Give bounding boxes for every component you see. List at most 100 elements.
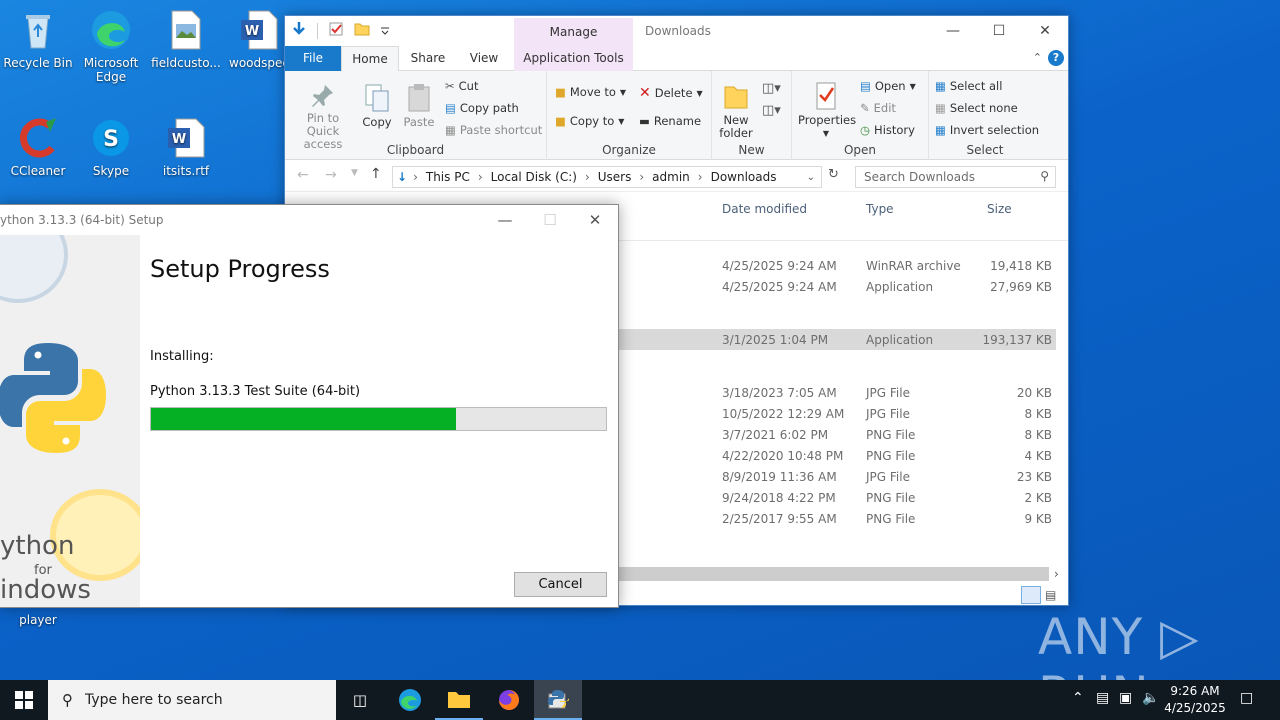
scissors-icon: ✂ — [445, 79, 455, 93]
new-group: New folder ◫▾ ◫▾ New — [712, 71, 792, 160]
horizontal-scrollbar[interactable] — [619, 567, 1049, 581]
cancel-button[interactable]: Cancel — [514, 572, 607, 597]
taskbar-search-box[interactable]: ⚲ Type here to search — [48, 680, 336, 720]
setup-titlebar: ython 3.13.3 (64-bit) Setup — ☐ ✕ — [0, 205, 618, 235]
select-all-button[interactable]: ▦ Select all — [935, 79, 1002, 93]
recent-dropdown-icon[interactable]: ▼ — [351, 168, 358, 178]
desktop-icon-label: fieldcusto... — [151, 56, 221, 70]
invert-selection-button[interactable]: ▦ Invert selection — [935, 123, 1039, 137]
help-icon[interactable]: ? — [1048, 50, 1064, 66]
scroll-right-icon[interactable]: › — [1054, 567, 1059, 581]
breadcrumb-downloads[interactable]: Downloads — [711, 170, 777, 184]
new-folder-icon[interactable] — [354, 21, 370, 40]
network-drive-icon[interactable]: ▤ — [1096, 690, 1109, 706]
new-folder-button[interactable]: New folder — [716, 81, 756, 140]
chevron-up-icon[interactable]: ⌃ — [1033, 51, 1042, 64]
tray-chevron-icon[interactable]: ⌃ — [1072, 690, 1084, 706]
cut-button[interactable]: ✂ Cut — [445, 79, 478, 93]
setup-side-panel: ython for indows — [0, 235, 140, 607]
manage-tab[interactable]: Manage — [514, 18, 633, 46]
taskbar-firefox[interactable] — [485, 680, 533, 720]
search-input[interactable]: Search Downloads ⚲ — [855, 166, 1056, 188]
notifications-icon[interactable]: □ — [1240, 690, 1253, 706]
clipboard-label: Clipboard — [386, 143, 445, 157]
organize-label: Organize — [602, 143, 656, 157]
setup-maximize-button: ☐ — [543, 211, 557, 229]
open-group-label: Open — [843, 143, 877, 157]
history-button[interactable]: ◷ History — [860, 123, 915, 137]
start-button[interactable] — [0, 680, 48, 720]
skype-icon: S — [89, 116, 133, 160]
desktop-icon-itsits[interactable]: W itsits.rtf — [148, 116, 224, 178]
easy-access-icon[interactable]: ◫▾ — [762, 103, 781, 118]
down-arrow-icon[interactable] — [291, 21, 307, 40]
volume-icon[interactable]: 🔈 — [1142, 690, 1159, 706]
copy-path-button[interactable]: ▤ Copy path — [445, 101, 519, 115]
network-icon[interactable]: ▣ — [1119, 690, 1132, 706]
forward-arrow-icon[interactable]: → — [325, 167, 337, 183]
desktop-icon-player[interactable]: player — [0, 613, 76, 627]
desktop-icon-edge[interactable]: Microsoft Edge — [73, 8, 149, 84]
edit-button[interactable]: ✎ Edit — [860, 101, 896, 115]
maximize-button[interactable]: ☐ — [976, 16, 1022, 46]
refresh-icon[interactable]: ↻ — [828, 167, 839, 182]
python-setup-dialog: ython 3.13.3 (64-bit) Setup — ☐ ✕ ython … — [0, 204, 619, 608]
firefox-icon — [499, 690, 519, 710]
breadcrumb-users[interactable]: Users — [598, 170, 632, 184]
setup-minimize-button[interactable]: — — [482, 205, 528, 235]
desktop-icon-recycle-bin[interactable]: Recycle Bin — [0, 8, 76, 70]
breadcrumb-local-disk[interactable]: Local Disk (C:) — [491, 170, 577, 184]
properties-check-icon[interactable] — [328, 21, 344, 40]
select-none-button[interactable]: ▦ Select none — [935, 101, 1018, 115]
tab-view[interactable]: View — [461, 46, 507, 71]
desktop-icon-ccleaner[interactable]: CCleaner — [0, 116, 76, 178]
delete-button[interactable]: ✕ Delete ▼ — [639, 85, 703, 101]
address-dropdown-icon[interactable]: ⌄ — [807, 172, 815, 183]
python-setup-icon — [548, 690, 569, 709]
column-size[interactable]: Size — [987, 202, 1012, 216]
folder-icon — [723, 81, 749, 111]
image-file-icon — [164, 8, 208, 52]
minimize-button[interactable]: — — [930, 16, 976, 46]
tab-application-tools[interactable]: Application Tools — [514, 46, 633, 71]
desktop-icon-fieldcusto[interactable]: fieldcusto... — [148, 8, 224, 70]
task-view-button[interactable]: ◫ — [336, 680, 384, 720]
delete-x-icon: ✕ — [639, 85, 651, 101]
tab-home[interactable]: Home — [341, 46, 399, 72]
breadcrumb-admin[interactable]: admin — [652, 170, 690, 184]
tab-share[interactable]: Share — [403, 46, 453, 71]
desktop-icon-skype[interactable]: S Skype — [73, 116, 149, 178]
open-button[interactable]: ▤ Open ▼ — [860, 79, 916, 93]
properties-button[interactable]: Properties ▼ — [798, 81, 856, 140]
desktop-icon-label: Skype — [92, 164, 130, 178]
column-date-modified[interactable]: Date modified — [722, 202, 807, 216]
taskbar-clock[interactable]: 9:26 AM 4/25/2025 — [1160, 683, 1230, 717]
back-arrow-icon[interactable]: ← — [297, 167, 309, 183]
move-to-button[interactable]: ■ Move to ▼ — [555, 85, 626, 99]
install-progress-bar — [150, 407, 607, 431]
copy-button[interactable]: Copy — [359, 83, 395, 129]
breadcrumb-this-pc[interactable]: This PC — [426, 170, 470, 184]
column-type[interactable]: Type — [866, 202, 894, 216]
search-icon: ⚲ — [1040, 169, 1049, 183]
details-view-icon[interactable] — [1021, 586, 1041, 604]
qat-dropdown-icon[interactable] — [380, 21, 390, 40]
open-icon: ▤ — [860, 79, 871, 93]
taskbar-python-setup[interactable] — [534, 680, 582, 720]
close-button[interactable]: ✕ — [1022, 16, 1068, 46]
paste-shortcut-button[interactable]: ▦ Paste shortcut — [445, 123, 542, 137]
paste-button[interactable]: Paste — [401, 83, 437, 129]
tab-file[interactable]: File — [285, 46, 341, 71]
pin-quick-access-button[interactable]: Pin to Quick access — [289, 83, 357, 151]
up-arrow-icon[interactable]: ↑ — [370, 166, 382, 182]
setup-close-button[interactable]: ✕ — [572, 205, 618, 235]
taskbar-file-explorer[interactable] — [435, 680, 483, 720]
edge-icon — [89, 8, 133, 52]
large-icons-view-icon[interactable]: ▤ — [1045, 588, 1056, 602]
address-bar[interactable]: ↓ › This PC › Local Disk (C:) › Users › … — [392, 166, 822, 188]
desktop-icon-label: player — [19, 613, 57, 627]
taskbar-edge[interactable] — [386, 680, 434, 720]
rename-button[interactable]: ▬ Rename — [639, 114, 701, 128]
copy-to-button[interactable]: ■ Copy to ▼ — [555, 114, 624, 128]
new-item-icon[interactable]: ◫▾ — [762, 81, 781, 96]
